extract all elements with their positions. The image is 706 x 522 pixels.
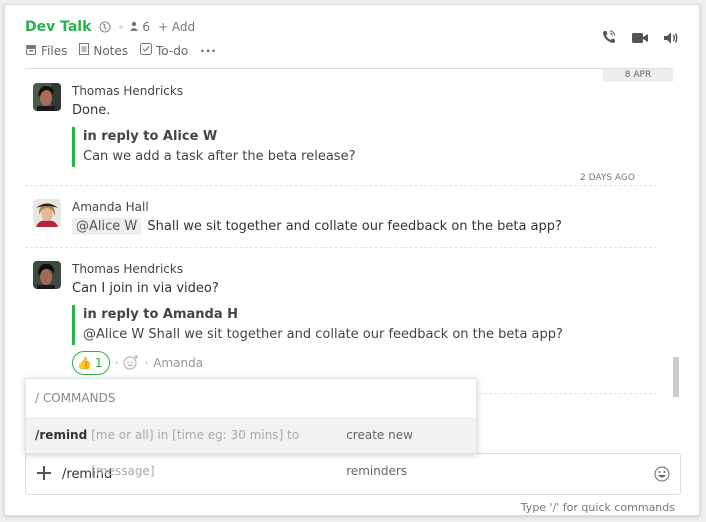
reaction-count: 1 [94,356,103,370]
reply-quote[interactable]: in reply to Alice W Can we add a task af… [72,127,655,167]
message-body: Amanda Hall @Alice W Shall we sit togeth… [72,199,655,237]
separator-dot [119,25,124,29]
title-row: Dev Talk 6 + Add [25,17,679,37]
video-camera-icon[interactable] [631,30,649,49]
phone-call-icon[interactable] [601,29,617,49]
reply-quote-text: Can we add a task after the beta release… [83,149,356,164]
tab-todo-label: To-do [156,43,189,58]
avatar[interactable] [33,83,61,111]
message-author[interactable]: Thomas Hendricks [72,83,655,101]
reactions-row: 👍 1 · · Amanda [72,351,655,375]
reply-to-label: in reply to Amanda H [83,307,239,322]
archive-icon [25,44,37,58]
commands-popup: / COMMANDS /remind [me or all] in [time … [25,378,477,478]
reaction-thumbs-up[interactable]: 👍 1 [72,351,110,375]
thumbs-up-icon: 👍 [77,356,92,370]
globe-icon[interactable] [99,21,111,33]
tab-files-label: Files [41,43,68,58]
message-text: @Alice W Shall we sit together and colla… [72,217,655,237]
command-description: create new reminders [346,428,413,478]
member-count[interactable]: 6 [129,20,150,34]
command-name: /remind [35,428,88,442]
tab-files[interactable]: Files [25,44,67,58]
commands-header: / COMMANDS [35,391,116,405]
message-divider [25,247,657,248]
separator-dot: · [144,356,149,370]
reply-quote-text: @Alice W Shall we sit together and colla… [83,327,563,342]
speaker-icon[interactable] [663,30,679,49]
mention-tag[interactable]: @Alice W [72,218,142,235]
message-author[interactable]: Thomas Hendricks [72,261,655,279]
command-args: [me or all] in [time eg: 30 mins] to [me… [91,428,300,478]
message-text-content: Shall we sit together and collate our fe… [147,219,562,234]
reacted-by: Amanda [153,356,204,370]
date-pill: 8 APR [603,69,673,82]
message-text: Can I join in via video? [72,281,219,296]
notes-icon [79,43,90,58]
separator-dot: · [114,356,119,370]
message-text: Done. [72,103,111,118]
avatar[interactable] [33,261,61,289]
reply-to-label: in reply to Alice W [83,129,218,144]
attach-plus-icon[interactable] [36,464,52,484]
tab-notes-label: Notes [93,43,129,58]
add-reaction-icon[interactable] [123,354,139,373]
member-count-value: 6 [142,20,151,34]
reply-quote[interactable]: in reply to Amanda H @Alice W Shall we s… [72,305,655,345]
message-divider [25,185,657,186]
tab-todo[interactable]: To-do [140,43,188,58]
message-body: Thomas Hendricks Done. in reply to Alice… [72,83,655,167]
call-actions [601,29,679,49]
more-options-button[interactable]: ··· [200,44,217,58]
message-author[interactable]: Amanda Hall [72,199,655,217]
message-list: 8 APR Thomas Hendricks Done. in reply to… [25,69,673,394]
avatar[interactable] [33,199,61,227]
message-body: Thomas Hendricks Can I join in via video… [72,261,655,375]
user-icon [129,20,139,34]
emoji-icon[interactable] [654,466,670,486]
composer-hint: Type '/' for quick commands [520,501,675,514]
message-timestamp: 2 DAYS AGO [580,173,635,183]
add-member-link[interactable]: + Add [158,20,195,34]
chat-title[interactable]: Dev Talk [25,19,91,35]
chat-header: Dev Talk 6 + Add Files Notes To-do ··· [25,17,679,73]
command-item-remind[interactable]: /remind [me or all] in [time eg: 30 mins… [26,417,476,478]
tab-notes[interactable]: Notes [79,43,128,58]
header-tabs: Files Notes To-do ··· [25,43,679,58]
chat-window: Dev Talk 6 + Add Files Notes To-do ··· 8… [4,4,700,516]
scrollbar-thumb[interactable] [673,357,679,397]
checkbox-icon [140,43,153,58]
